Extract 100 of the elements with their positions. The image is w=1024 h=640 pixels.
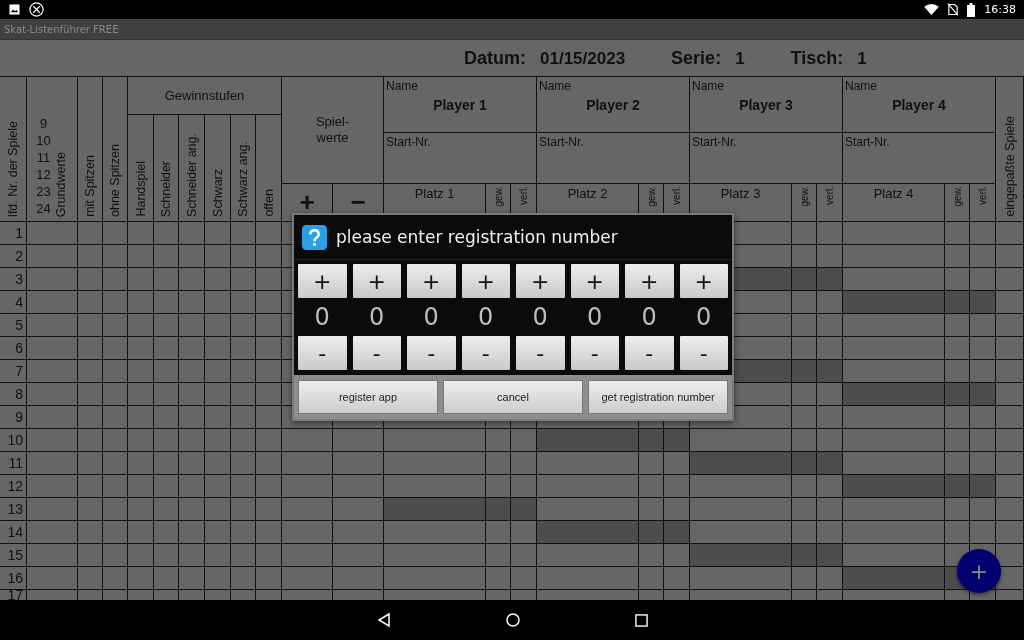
decrement-button[interactable]: - [679, 336, 728, 370]
column-header: gew. [492, 186, 504, 207]
column-header: Platz 2 [567, 186, 608, 201]
table-cell [154, 360, 179, 383]
plus-sign: + [299, 187, 315, 218]
table-cell [282, 567, 333, 590]
decrement-button[interactable]: - [461, 336, 510, 370]
column-header: offen [261, 189, 276, 217]
table-cell [103, 429, 128, 452]
table-cell [996, 360, 1024, 383]
row-number: 12 [7, 478, 23, 494]
table-cell [333, 429, 384, 452]
table-cell [179, 406, 205, 429]
table-cell [205, 360, 231, 383]
dialog-button[interactable]: register app [298, 380, 438, 414]
table-cell [205, 406, 231, 429]
row-number: 13 [7, 501, 23, 517]
table-cell [205, 567, 231, 590]
decrement-button[interactable]: - [352, 336, 401, 370]
row-number: 15 [7, 547, 23, 563]
recents-icon[interactable] [634, 613, 648, 627]
field-value: 1 [735, 48, 745, 69]
base-value: 24 [36, 200, 51, 217]
row-number: 2 [15, 248, 23, 264]
decrement-button[interactable]: - [407, 336, 456, 370]
table-cell [179, 475, 205, 498]
table-cell [231, 268, 256, 291]
dialog-button[interactable]: get registration number [588, 380, 728, 414]
dialog-button[interactable]: cancel [443, 380, 583, 414]
table-cell [256, 475, 282, 498]
no-sim-icon [948, 3, 959, 16]
increment-button[interactable]: + [516, 264, 565, 298]
column-header: Platz 4 [873, 186, 914, 201]
column-header: Schneider [159, 160, 173, 217]
increment-button[interactable]: + [570, 264, 619, 298]
digit-value: 0 [422, 302, 440, 333]
table-cell [231, 406, 256, 429]
table-cell [996, 383, 1024, 406]
table-cell [205, 268, 231, 291]
table-cell [231, 383, 256, 406]
decrement-button[interactable]: - [625, 336, 674, 370]
table-cell [78, 314, 103, 337]
increment-button[interactable]: + [407, 264, 456, 298]
field-label: Name [386, 79, 419, 93]
column-header: Handspiel [133, 161, 148, 217]
column-header: Platz 3 [720, 186, 761, 201]
table-cell [103, 498, 128, 521]
table-cell [179, 314, 205, 337]
table-cell [128, 291, 154, 314]
table-cell [996, 245, 1024, 268]
clock-time: 16:38 [984, 3, 1016, 16]
table-cell [154, 567, 179, 590]
increment-button[interactable]: + [461, 264, 510, 298]
field-label: Name [539, 79, 572, 93]
column-header: gew. [798, 186, 810, 207]
table-cell [256, 567, 282, 590]
table-cell [128, 452, 154, 475]
table-cell [256, 521, 282, 544]
increment-button[interactable]: + [679, 264, 728, 298]
table-cell [103, 360, 128, 383]
digit-value: 0 [531, 302, 549, 333]
table-cell [78, 406, 103, 429]
table-cell [103, 544, 128, 567]
field-label: Start-Nr. [845, 135, 890, 149]
back-icon[interactable] [376, 613, 391, 627]
table-cell [154, 383, 179, 406]
decrement-button[interactable]: - [516, 336, 565, 370]
table-cell [333, 475, 384, 498]
table-cell [282, 521, 333, 544]
field-label: Start-Nr. [386, 135, 431, 149]
table-cell [103, 521, 128, 544]
decrement-button[interactable]: - [298, 336, 347, 370]
field-label: Name [845, 79, 878, 93]
wifi-icon [924, 4, 940, 15]
increment-button[interactable]: + [298, 264, 347, 298]
table-cell [78, 268, 103, 291]
table-cell [103, 452, 128, 475]
row-number: 9 [15, 409, 23, 425]
table-cell [179, 360, 205, 383]
table-cell [282, 452, 333, 475]
table-cell [78, 475, 103, 498]
increment-button[interactable]: + [352, 264, 401, 298]
table-cell [231, 429, 256, 452]
table-cell [231, 544, 256, 567]
table-cell [205, 475, 231, 498]
table-cell [78, 337, 103, 360]
table-cell [179, 521, 205, 544]
decrement-button[interactable]: - [570, 336, 619, 370]
table-cell [78, 360, 103, 383]
home-icon[interactable] [505, 613, 520, 627]
table-cell [205, 544, 231, 567]
increment-button[interactable]: + [625, 264, 674, 298]
table-cell [333, 544, 384, 567]
table-cell [103, 383, 128, 406]
table-cell [128, 498, 154, 521]
table-cell [103, 337, 128, 360]
row-number: 10 [7, 432, 23, 448]
add-button[interactable]: + [957, 549, 1001, 593]
table-cell [179, 291, 205, 314]
table-cell [128, 245, 154, 268]
